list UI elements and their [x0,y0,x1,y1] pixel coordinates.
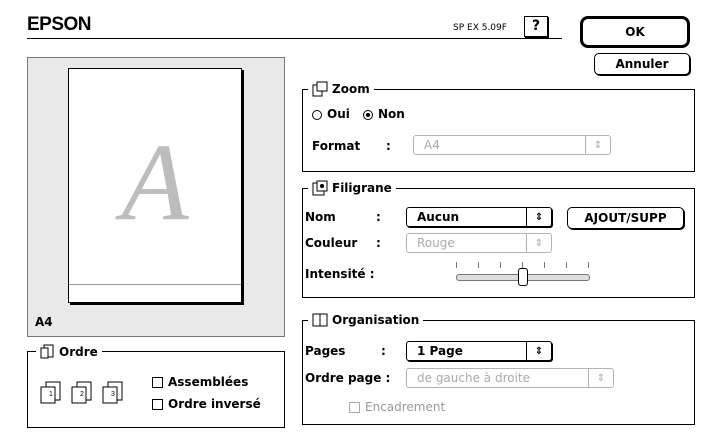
filigrane-title: Filigrane [332,181,392,195]
ordre-legend: Ordre [36,344,102,359]
nom-label: Nom [305,210,336,224]
reverse-order-checkbox[interactable] [152,399,163,410]
zoom-non-radio[interactable] [363,110,373,120]
cancel-button[interactable]: Annuler [594,53,690,75]
ordre-title: Ordre [59,344,98,359]
couleur-colon: : [376,236,381,250]
couleur-label: Couleur [305,236,358,250]
zoom-title: Zoom [332,82,370,96]
page-num-2: 2 [80,391,84,398]
zoom-group [302,89,695,172]
page-num-1: 1 [49,391,53,398]
reverse-order-label[interactable]: Ordre inversé [168,397,261,411]
pages-select[interactable]: 1 Page ⇕ [406,341,552,361]
updown-arrow-icon: ⇕ [526,208,551,226]
format-select[interactable]: A4 ⇕ [413,135,611,155]
assemble-checkbox[interactable] [152,377,163,388]
format-value: A4 [424,138,440,152]
page-num-3: 3 [111,391,115,398]
couleur-select[interactable]: Rouge ⇕ [406,233,552,253]
zoom-icon [312,81,328,97]
nom-value: Aucun [417,210,460,224]
updown-arrow-icon: ⇕ [588,369,613,387]
zoom-oui-label[interactable]: Oui [327,107,350,121]
paper-size-label: A4 [35,315,53,329]
header-divider [27,38,562,39]
organisation-title: Organisation [332,313,420,327]
intensite-slider[interactable] [456,262,590,286]
format-colon: : [386,139,391,153]
filigrane-legend: Filigrane [308,180,396,196]
ok-button[interactable]: OK [580,16,690,48]
ajout-supp-button[interactable]: AJOUT/SUPP [567,207,684,229]
preview-letter: A [121,121,189,243]
slider-thumb[interactable] [518,268,528,286]
updown-arrow-icon: ⇕ [526,234,551,252]
watermark-icon [312,180,328,196]
format-label: Format [312,139,361,153]
pages-label: Pages [305,344,346,358]
version-label: SP EX 5.09F [453,23,507,33]
pages-value: 1 Page [417,344,463,358]
page-order-stack-icon: 1 2 3 [38,374,138,410]
intensite-label: Intensité : [305,267,375,281]
page-order-icon [40,344,54,359]
pages-colon: : [381,344,386,358]
brand-logo: EPSON [27,14,92,35]
help-button[interactable]: ? [524,16,548,37]
zoom-oui-radio[interactable] [312,110,322,120]
assemble-label[interactable]: Assemblées [168,375,248,389]
couleur-value: Rouge [417,236,455,250]
nom-colon: : [376,210,381,224]
ordre-page-label: Ordre page : [305,371,391,385]
zoom-non-label[interactable]: Non [378,107,405,121]
encadrement-checkbox[interactable] [349,402,360,413]
ordre-page-value: de gauche à droite [417,371,531,385]
updown-arrow-icon: ⇕ [526,342,551,360]
updown-arrow-icon: ⇕ [585,136,610,154]
layout-icon [312,313,328,327]
zoom-legend: Zoom [308,81,374,97]
paper-preview: A [68,68,242,303]
nom-select[interactable]: Aucun ⇕ [406,207,552,227]
preview-panel: A A4 [27,57,285,337]
preview-bottom-line [69,284,241,285]
organisation-legend: Organisation [308,312,424,328]
ordre-page-select[interactable]: de gauche à droite ⇕ [406,368,614,388]
encadrement-label[interactable]: Encadrement [365,400,445,414]
